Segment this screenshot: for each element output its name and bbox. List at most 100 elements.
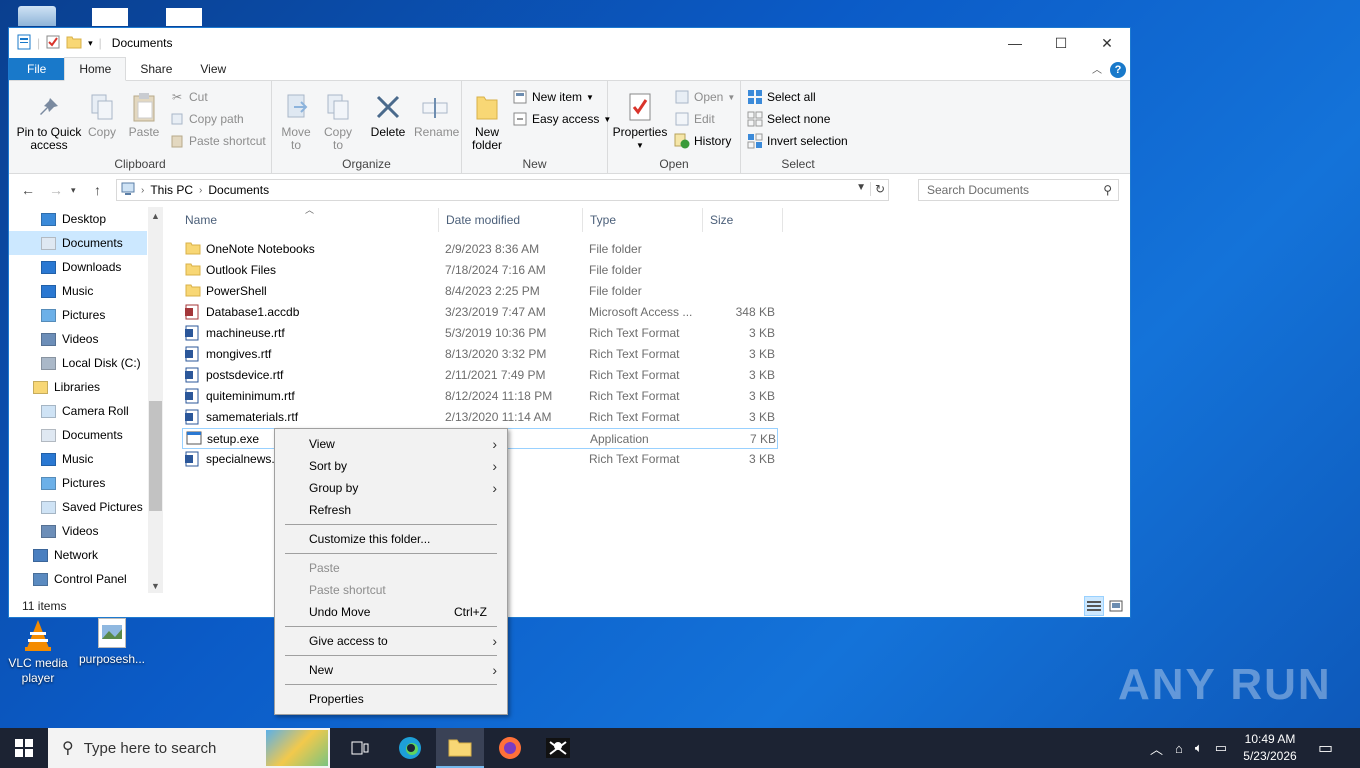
tab-share[interactable]: Share [126,58,186,80]
sidebar-item-local-disk-c[interactable]: Local Disk (C:) [9,351,147,375]
file-explorer-taskbar-button[interactable] [436,728,484,768]
table-row[interactable]: PowerShell 8/4/2023 2:25 PM File folder [182,281,778,302]
menu-item-give-access[interactable]: Give access to › [275,630,507,652]
menu-item-new[interactable]: New › [275,659,507,681]
menu-item-customize[interactable]: Customize this folder... [275,528,507,550]
nav-scroll-up-icon[interactable]: ▲ [151,211,160,221]
menu-item-group-by[interactable]: Group by › [275,477,507,499]
forward-arrow-icon[interactable]: → [49,182,63,198]
copy-button[interactable]: Copy [85,91,119,139]
history-button[interactable]: History [674,133,731,149]
sidebar-item-documents[interactable]: Documents [9,231,147,255]
sidebar-item-music[interactable]: Music [9,279,147,303]
recent-locations-icon[interactable]: ▾ [71,185,76,196]
tab-view[interactable]: View [186,58,240,80]
details-view-button[interactable] [1084,596,1104,616]
desktop-word-doc-icon-2[interactable] [166,8,202,26]
nav-scrollbar[interactable]: ▲ ▼ [148,207,163,593]
explorer-app-icon[interactable] [17,34,31,53]
large-icons-view-button[interactable] [1106,596,1126,616]
easy-access-button[interactable]: Easy access ▼ [512,111,611,127]
desktop-recycle-bin-icon[interactable] [18,6,56,26]
menu-item-undo-move[interactable]: Undo Move Ctrl+Z [275,601,507,623]
column-date-header[interactable]: Date modified [440,208,583,232]
desktop-file-icon[interactable]: purposesh... [74,618,150,667]
nav-scroll-down-icon[interactable]: ▼ [151,581,160,591]
desktop-word-doc-icon[interactable] [92,8,128,26]
desktop-vlc-icon[interactable]: VLC media player [0,618,76,686]
collapse-ribbon-icon[interactable]: ︿ [1092,61,1102,76]
menu-item-sort-by[interactable]: Sort by › [275,455,507,477]
close-button[interactable]: ✕ [1084,28,1130,58]
table-row[interactable]: postsdevice.rtf 2/11/2021 7:49 PM Rich Tex… [182,365,778,386]
column-name-header[interactable]: Name [179,208,439,232]
breadcrumb-this-pc[interactable]: This PC [150,183,193,197]
new-item-button[interactable]: New item ▼ [512,89,594,105]
table-row[interactable]: Outlook Files 7/18/2024 7:16 AM File folde… [182,260,778,281]
maximize-button[interactable]: ☐ [1038,28,1084,58]
sidebar-item-pictures[interactable]: Pictures [9,303,147,327]
qa-dropdown-icon[interactable]: ▾ [88,38,93,49]
table-row[interactable]: machineuse.rtf 5/3/2019 10:36 PM Rich Text… [182,323,778,344]
select-none-button[interactable]: Select none [747,111,830,127]
up-arrow-icon[interactable]: ↑ [94,182,101,198]
pirate-app-taskbar-button[interactable] [534,728,582,768]
tab-file[interactable]: File [9,58,65,80]
paste-button[interactable]: Paste [125,91,163,139]
address-dropdown-icon[interactable]: ▼ [856,182,866,193]
cut-button[interactable]: ✂ Cut [169,89,208,105]
firefox-taskbar-button[interactable] [486,728,534,768]
edge-taskbar-button[interactable] [386,728,434,768]
address-bar[interactable]: › This PC › Documents ▼ ↻ [116,179,889,201]
new-folder-qa-icon[interactable] [66,35,82,52]
table-row[interactable]: quiteminimum.rtf 8/12/2024 11:18 PM Rich T… [182,386,778,407]
refresh-icon[interactable]: ↻ [869,182,885,196]
copy-to-button[interactable]: Copy to [320,91,356,152]
move-to-button[interactable]: Move to [278,91,314,152]
meet-now-icon[interactable]: ⌂ [1175,741,1183,756]
nav-scroll-thumb[interactable] [149,401,162,511]
menu-item-refresh[interactable]: Refresh [275,499,507,521]
start-button[interactable] [0,728,48,768]
new-folder-button[interactable]: New folder [468,91,506,152]
menu-item-properties[interactable]: Properties [275,688,507,710]
column-size-header[interactable]: Size [704,208,783,232]
sidebar-item-desktop[interactable]: Desktop [9,207,147,231]
table-row[interactable]: OneNote Notebooks 2/9/2023 8:36 AM File fo… [182,239,778,260]
sidebar-item-videos[interactable]: Videos [9,327,147,351]
select-all-button[interactable]: Select all [747,89,816,105]
notifications-icon[interactable]: ▭ [1318,738,1333,758]
menu-item-paste[interactable]: Paste [275,557,507,579]
rename-button[interactable]: Rename [414,91,459,139]
pin-quick-access-button[interactable]: Pin to Quick access [13,91,85,152]
sidebar-item-pictures[interactable]: Pictures [9,471,147,495]
taskbar-search-input[interactable]: ⚲ Type here to search [48,728,330,768]
paste-shortcut-button[interactable]: Paste shortcut [169,133,266,149]
sidebar-item-libraries[interactable]: Libraries [9,375,147,399]
table-row[interactable]: mongives.rtf 8/13/2020 3:32 PM Rich Text F… [182,344,778,365]
open-button[interactable]: Open ▼ [674,89,735,105]
sidebar-item-videos[interactable]: Videos [9,519,147,543]
sidebar-item-control-panel[interactable]: Control Panel [9,567,147,591]
search-input[interactable]: Search Documents ⚲ [918,179,1119,201]
menu-item-paste-shortcut[interactable]: Paste shortcut [275,579,507,601]
show-hidden-icons-icon[interactable]: ︿ [1150,739,1163,758]
sidebar-item-documents[interactable]: Documents [9,423,147,447]
table-row[interactable]: samematerials.rtf 2/13/2020 11:14 AM Rich … [182,407,778,428]
minimize-button[interactable]: — [992,28,1038,58]
back-arrow-icon[interactable]: ← [21,182,35,198]
table-row[interactable]: Database1.accdb 3/23/2019 7:47 AM Microsof… [182,302,778,323]
properties-button[interactable]: Properties ▼ [610,91,670,152]
sidebar-item-music[interactable]: Music [9,447,147,471]
properties-check-icon[interactable] [46,35,60,52]
menu-item-view[interactable]: View › [275,433,507,455]
task-view-button[interactable] [336,728,384,768]
column-type-header[interactable]: Type [584,208,703,232]
tab-home[interactable]: Home [64,57,127,81]
help-icon[interactable]: ? [1110,62,1126,78]
delete-button[interactable]: Delete [370,91,406,139]
sidebar-item-camera-roll[interactable]: Camera Roll [9,399,147,423]
sidebar-item-downloads[interactable]: Downloads [9,255,147,279]
copy-path-button[interactable]: Copy path [169,111,244,127]
sidebar-item-network[interactable]: Network [9,543,147,567]
